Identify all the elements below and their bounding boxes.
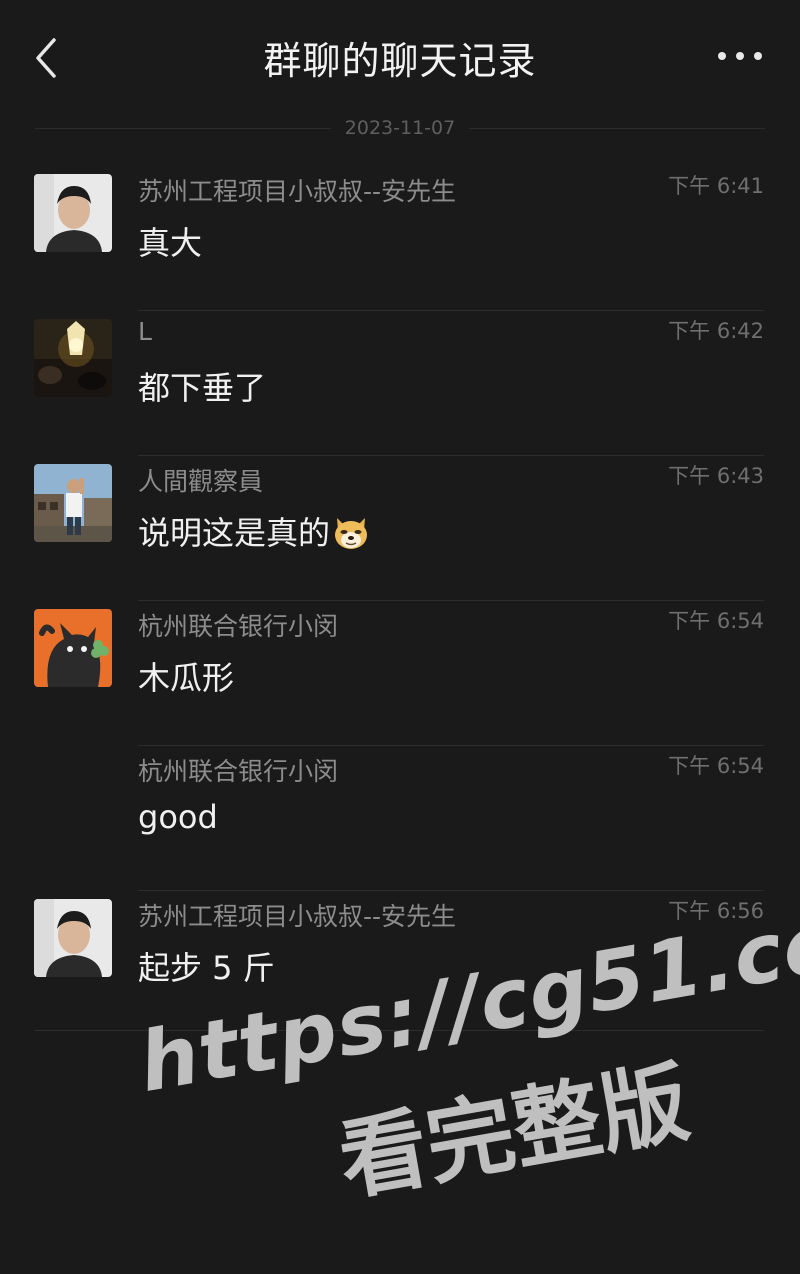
message-item[interactable]: 杭州联合银行小闵 下午 6:54 木瓜形	[0, 601, 800, 746]
watermark-caption: 看完整版	[331, 1050, 697, 1213]
lantern-avatar-icon	[34, 319, 112, 397]
message-text: good	[138, 798, 218, 836]
sender-name: 苏州工程项目小叔叔--安先生	[138, 902, 457, 931]
sender-name: L	[138, 317, 152, 346]
message-item[interactable]: L 下午 6:42 都下垂了	[0, 311, 800, 456]
message-text: 起步 5 斤	[138, 949, 275, 987]
avatar[interactable]	[34, 319, 112, 397]
message-text: 真大	[138, 224, 203, 262]
avatar[interactable]	[34, 609, 112, 687]
message-item[interactable]: 苏州工程项目小叔叔--安先生 下午 6:56 起步 5 斤	[0, 891, 800, 1036]
message-time: 下午 6:54	[668, 609, 764, 633]
message-time: 下午 6:54	[668, 754, 764, 778]
sender-name: 杭州联合银行小闵	[138, 757, 339, 786]
message-text: 都下垂了	[138, 369, 267, 407]
list-end-divider	[35, 1030, 764, 1031]
message-time: 下午 6:41	[668, 174, 764, 198]
message-time: 下午 6:43	[668, 464, 764, 488]
message-item[interactable]: 苏州工程项目小叔叔--安先生 下午 6:41 真大	[0, 166, 800, 311]
message-item[interactable]: 人間觀察員 下午 6:43 说明这是真的	[0, 456, 800, 601]
cartoon-cat-avatar-icon	[34, 609, 112, 687]
message-text: 木瓜形	[138, 659, 235, 697]
more-dots-icon	[718, 52, 762, 60]
sender-name: 人間觀察員	[138, 467, 264, 496]
message-time: 下午 6:56	[668, 899, 764, 923]
more-button[interactable]	[716, 44, 764, 68]
message-item[interactable]: 杭州联合银行小闵 下午 6:54 good	[0, 746, 800, 891]
message-text: 说明这是真的	[138, 508, 370, 558]
message-text-content: 说明这是真的	[138, 514, 331, 552]
sender-name: 杭州联合银行小闵	[138, 612, 339, 641]
person-outdoor-avatar-icon	[34, 464, 112, 542]
doge-emoji-icon	[332, 514, 370, 558]
man-portrait-avatar-icon	[34, 174, 112, 252]
date-label: 2023-11-07	[330, 114, 470, 142]
avatar[interactable]	[34, 174, 112, 252]
avatar[interactable]	[34, 899, 112, 977]
nav-bar: 群聊的聊天记录	[0, 0, 800, 110]
man-portrait-avatar-icon	[34, 899, 112, 977]
sender-name: 苏州工程项目小叔叔--安先生	[138, 177, 457, 206]
page-title: 群聊的聊天记录	[263, 39, 537, 83]
avatar[interactable]	[34, 464, 112, 542]
message-time: 下午 6:42	[668, 319, 764, 343]
date-separator: 2023-11-07	[35, 114, 765, 142]
